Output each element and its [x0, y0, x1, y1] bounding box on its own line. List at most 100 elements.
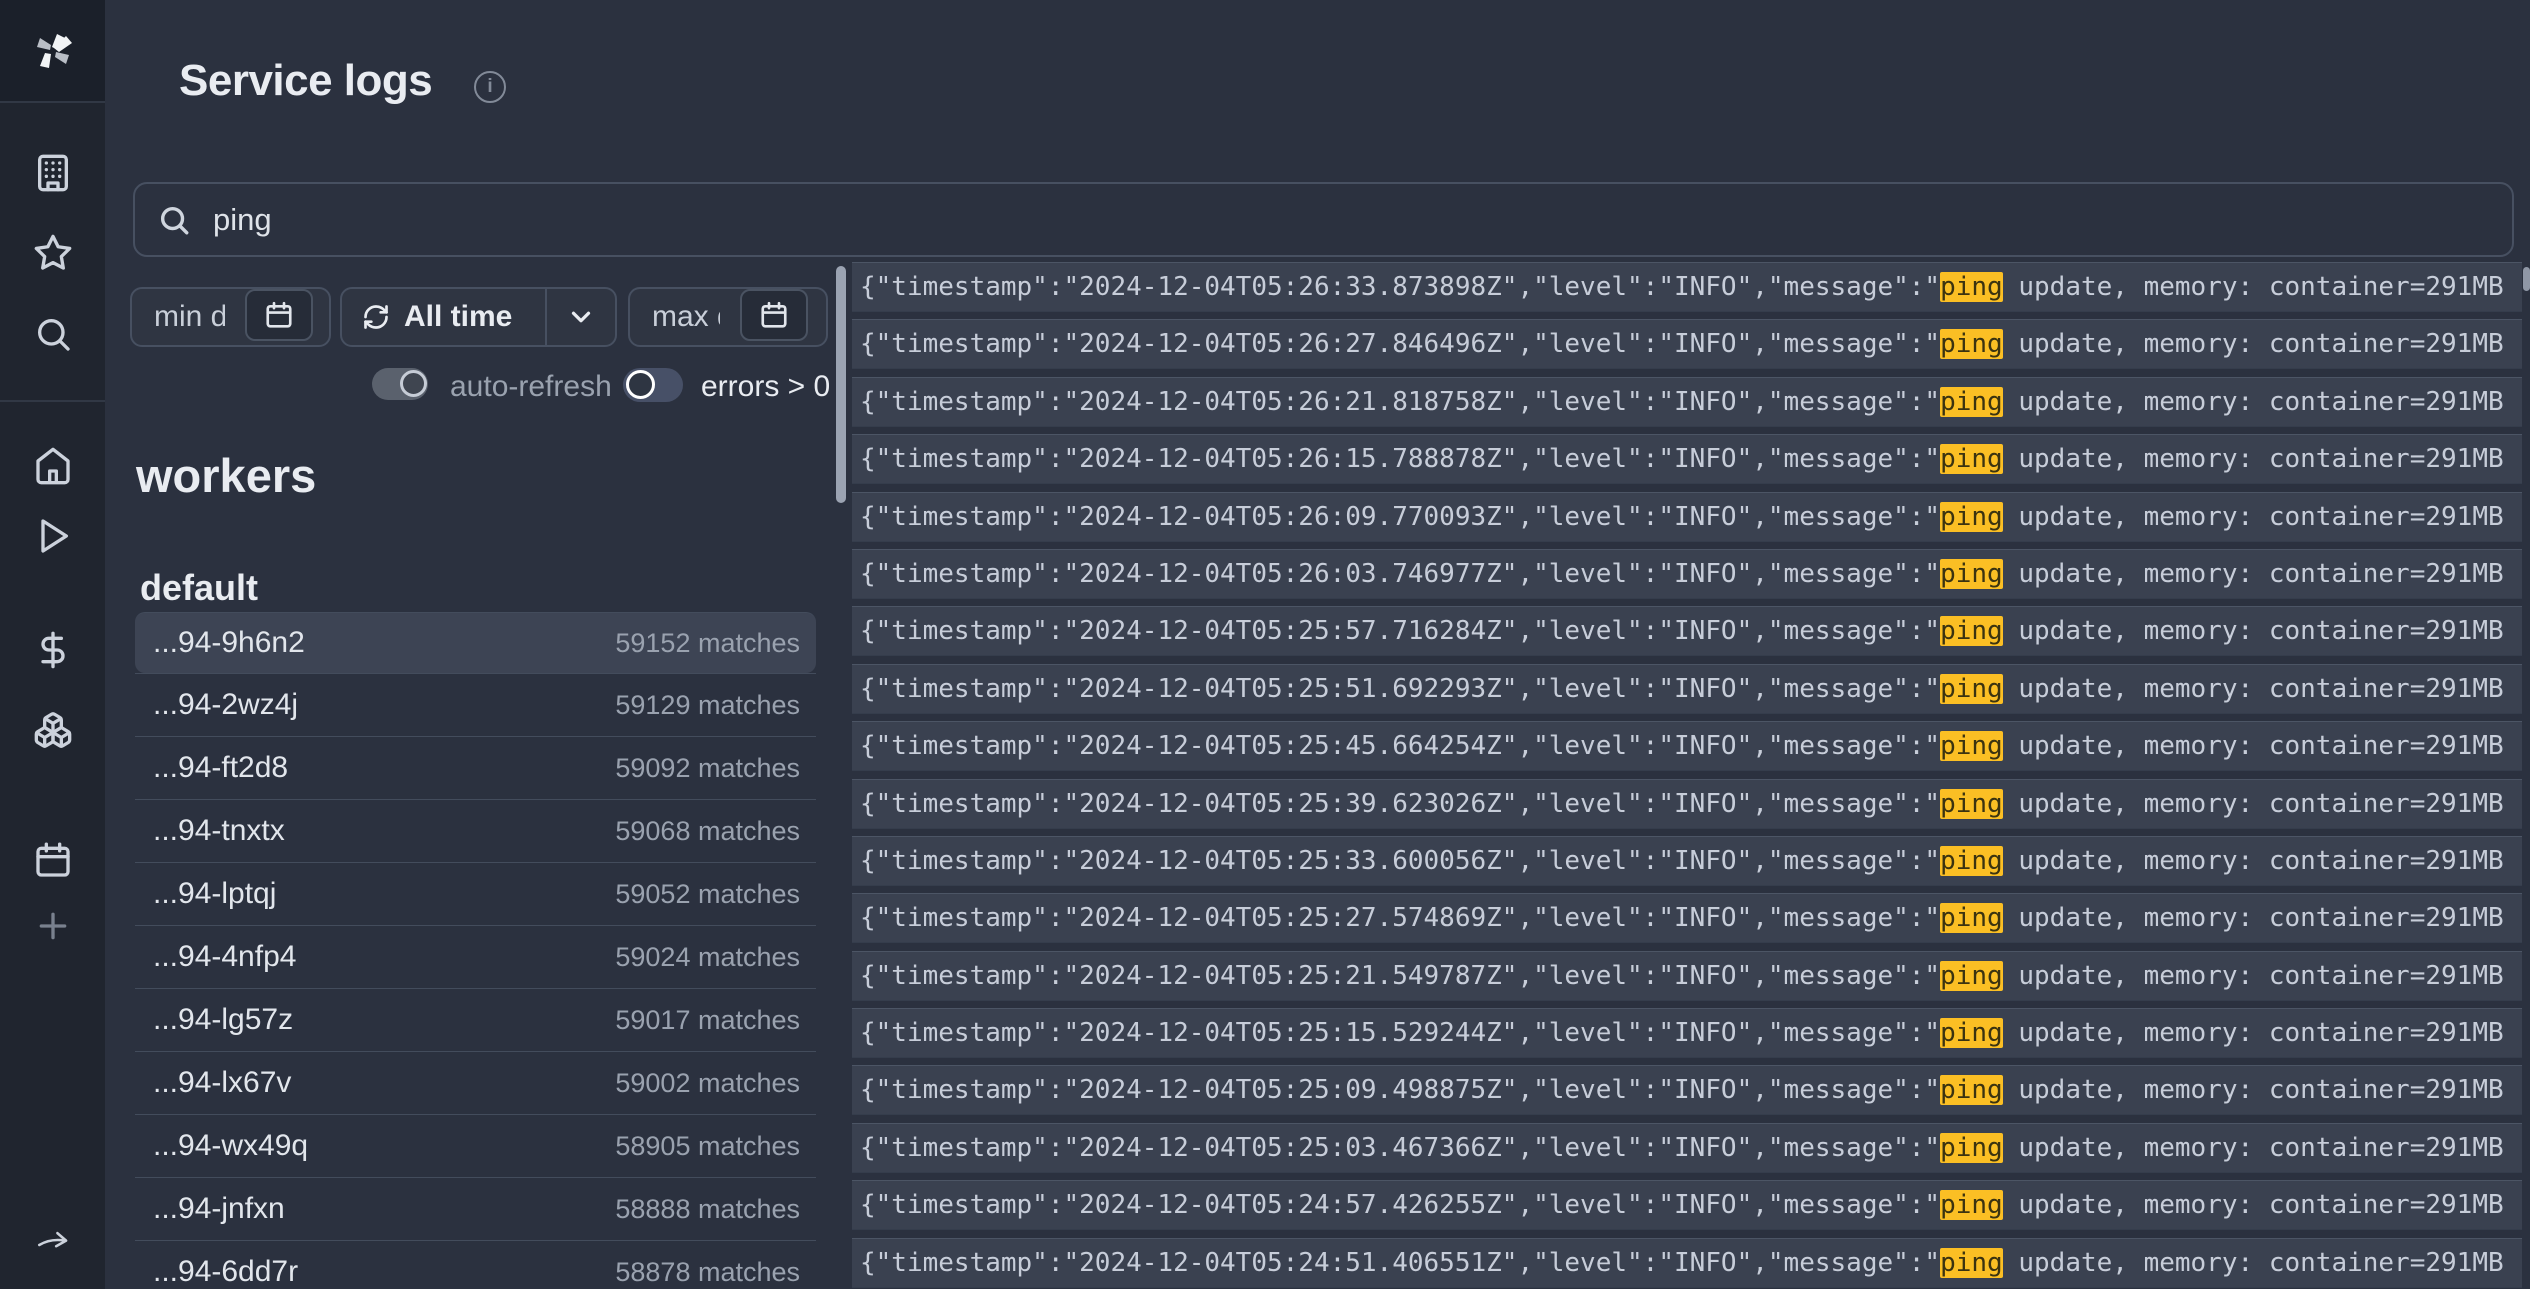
worker-row[interactable]: ...94-9h6n2 59152 matches — [135, 612, 816, 673]
worker-row[interactable]: ...94-tnxtx 59068 matches — [135, 799, 816, 862]
search-value: ping — [213, 202, 272, 238]
worker-name: ...94-4nfp4 — [153, 940, 296, 974]
log-line-suffix: update, memory: container=291MB — [2003, 1133, 2504, 1163]
log-line[interactable]: {"timestamp":"2024-12-04T05:25:39.623026… — [852, 779, 2522, 829]
auto-refresh-toggle[interactable] — [372, 368, 428, 400]
worker-row[interactable]: ...94-lptqj 59052 matches — [135, 862, 816, 925]
log-scrollbar-left-thumb[interactable] — [836, 266, 846, 503]
star-icon — [33, 233, 73, 273]
worker-row[interactable]: ...94-lg57z 59017 matches — [135, 988, 816, 1051]
worker-row[interactable]: ...94-lx67v 59002 matches — [135, 1051, 816, 1114]
worker-row[interactable]: ...94-6dd7r 58878 matches — [135, 1240, 816, 1289]
worker-name: ...94-9h6n2 — [153, 626, 305, 660]
search-input[interactable]: ping — [133, 182, 2514, 257]
sidebar-item-schedules[interactable] — [0, 838, 105, 882]
calendar-icon — [264, 300, 294, 330]
worker-row[interactable]: ...94-2wz4j 59129 matches — [135, 673, 816, 736]
log-line[interactable]: {"timestamp":"2024-12-04T05:25:45.664254… — [852, 721, 2522, 771]
play-icon — [33, 516, 73, 556]
log-line[interactable]: {"timestamp":"2024-12-04T05:26:15.788878… — [852, 434, 2522, 484]
log-line-suffix: update, memory: container=291MB — [2003, 1190, 2504, 1220]
log-line[interactable]: {"timestamp":"2024-12-04T05:26:09.770093… — [852, 492, 2522, 542]
log-line[interactable]: {"timestamp":"2024-12-04T05:26:33.873898… — [852, 262, 2522, 312]
worker-name: ...94-lx67v — [153, 1066, 291, 1100]
worker-name: ...94-wx49q — [153, 1129, 308, 1163]
log-line-prefix: {"timestamp":"2024-12-04T05:26:33.873898… — [860, 272, 1940, 302]
plus-icon — [33, 906, 73, 946]
log-line-prefix: {"timestamp":"2024-12-04T05:25:03.467366… — [860, 1133, 1940, 1163]
worker-row[interactable]: ...94-4nfp4 59024 matches — [135, 925, 816, 988]
search-match-highlight: ping — [1940, 789, 2003, 819]
service-logs-screen: Service logs i ping min date All time — [0, 0, 2530, 1289]
log-list: {"timestamp":"2024-12-04T05:26:33.873898… — [852, 262, 2522, 1289]
min-date-input[interactable]: min date — [130, 287, 331, 347]
log-line[interactable]: {"timestamp":"2024-12-04T05:25:21.549787… — [852, 951, 2522, 1001]
calendar-icon — [33, 840, 73, 880]
log-line-suffix: update, memory: container=291MB — [2003, 789, 2504, 819]
log-line[interactable]: {"timestamp":"2024-12-04T05:26:03.746977… — [852, 549, 2522, 599]
sidebar-item-add[interactable] — [0, 904, 105, 948]
log-line[interactable]: {"timestamp":"2024-12-04T05:26:27.846496… — [852, 319, 2522, 369]
max-date-input[interactable]: max date — [628, 287, 828, 347]
sidebar-item-home[interactable] — [0, 444, 105, 488]
toggle-knob — [626, 370, 655, 399]
windmill-logo-icon — [29, 27, 77, 75]
log-line-suffix: update, memory: container=291MB — [2003, 387, 2504, 417]
worker-row[interactable]: ...94-jnfxn 58888 matches — [135, 1177, 816, 1240]
search-match-highlight: ping — [1940, 387, 2003, 417]
worker-row[interactable]: ...94-wx49q 58905 matches — [135, 1114, 816, 1177]
info-icon[interactable]: i — [474, 71, 506, 103]
log-line-suffix: update, memory: container=291MB — [2003, 502, 2504, 532]
search-match-highlight: ping — [1940, 502, 2003, 532]
sidebar-item-runs[interactable] — [0, 514, 105, 558]
min-date-calendar-button[interactable] — [245, 289, 313, 341]
log-line[interactable]: {"timestamp":"2024-12-04T05:25:15.529244… — [852, 1008, 2522, 1058]
log-line[interactable]: {"timestamp":"2024-12-04T05:25:09.498875… — [852, 1065, 2522, 1115]
log-line[interactable]: {"timestamp":"2024-12-04T05:24:57.426255… — [852, 1180, 2522, 1230]
log-line-prefix: {"timestamp":"2024-12-04T05:24:57.426255… — [860, 1190, 1940, 1220]
log-line[interactable]: {"timestamp":"2024-12-04T05:25:57.716284… — [852, 606, 2522, 656]
worker-match-count: 59017 matches — [615, 1005, 800, 1036]
search-match-highlight: ping — [1940, 444, 2003, 474]
sidebar-item-search[interactable] — [0, 312, 105, 356]
toggle-knob — [400, 370, 427, 397]
search-match-highlight: ping — [1940, 731, 2003, 761]
log-line-prefix: {"timestamp":"2024-12-04T05:25:33.600056… — [860, 846, 1940, 876]
log-line-suffix: update, memory: container=291MB — [2003, 1075, 2504, 1105]
arrow-right-icon — [33, 1220, 73, 1260]
log-line-prefix: {"timestamp":"2024-12-04T05:25:27.574869… — [860, 903, 1940, 933]
worker-name: ...94-jnfxn — [153, 1192, 285, 1226]
sidebar — [0, 0, 105, 1289]
log-line[interactable]: {"timestamp":"2024-12-04T05:25:33.600056… — [852, 836, 2522, 886]
sidebar-item-resources[interactable] — [0, 708, 105, 752]
log-line[interactable]: {"timestamp":"2024-12-04T05:24:51.406551… — [852, 1238, 2522, 1288]
time-range-button[interactable]: All time — [340, 287, 617, 347]
sidebar-expand-button[interactable] — [0, 1218, 105, 1262]
dollar-sign-icon — [33, 630, 73, 670]
sidebar-item-workspace[interactable] — [0, 151, 105, 195]
log-line[interactable]: {"timestamp":"2024-12-04T05:25:03.467366… — [852, 1123, 2522, 1173]
page-title: Service logs — [179, 56, 432, 106]
log-scrollbar-right-thumb[interactable] — [2523, 267, 2530, 291]
max-date-placeholder: max date — [630, 300, 720, 334]
app-logo[interactable] — [0, 0, 105, 103]
search-match-highlight: ping — [1940, 1018, 2003, 1048]
time-range-dropdown-button[interactable] — [545, 289, 617, 345]
worker-name: ...94-2wz4j — [153, 688, 298, 722]
sidebar-item-variables[interactable] — [0, 628, 105, 672]
log-line[interactable]: {"timestamp":"2024-12-04T05:25:27.574869… — [852, 893, 2522, 943]
log-line[interactable]: {"timestamp":"2024-12-04T05:26:21.818758… — [852, 377, 2522, 427]
search-icon — [157, 203, 191, 237]
max-date-calendar-button[interactable] — [740, 289, 808, 341]
workers-heading: workers — [136, 448, 316, 503]
worker-match-count: 59002 matches — [615, 1068, 800, 1099]
errors-toggle[interactable] — [623, 368, 683, 402]
auto-refresh-label: auto-refresh — [450, 370, 612, 404]
sidebar-item-favorites[interactable] — [0, 231, 105, 275]
log-line-prefix: {"timestamp":"2024-12-04T05:25:09.498875… — [860, 1075, 1940, 1105]
worker-name: ...94-tnxtx — [153, 814, 285, 848]
search-match-highlight: ping — [1940, 1133, 2003, 1163]
worker-row[interactable]: ...94-ft2d8 59092 matches — [135, 736, 816, 799]
refresh-icon — [362, 303, 390, 331]
log-line[interactable]: {"timestamp":"2024-12-04T05:25:51.692293… — [852, 664, 2522, 714]
